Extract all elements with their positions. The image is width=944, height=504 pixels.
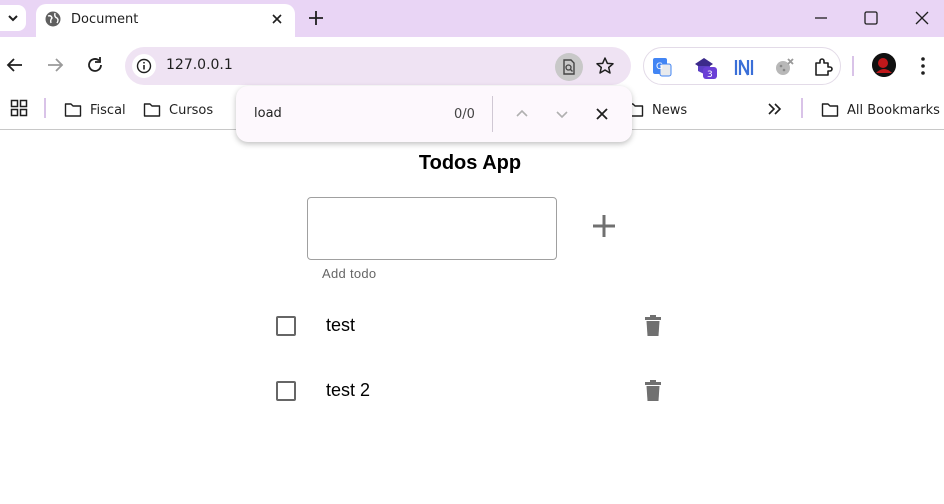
cookie-extension-icon[interactable] bbox=[773, 56, 795, 78]
add-todo-field[interactable] bbox=[307, 197, 557, 260]
close-find-icon[interactable] bbox=[592, 104, 612, 124]
browser-toolbar: 127.0.0.1 G 3 bbox=[0, 37, 944, 93]
folder-icon bbox=[143, 103, 161, 117]
bookmark-folder-fiscal[interactable]: Fiscal bbox=[64, 98, 126, 122]
url-text: 127.0.0.1 bbox=[166, 57, 233, 73]
trash-icon[interactable] bbox=[642, 314, 664, 338]
bookmark-folder-cursos[interactable]: Cursos bbox=[143, 98, 213, 122]
todo-item: test 2 bbox=[268, 373, 668, 413]
todo-text: test bbox=[326, 315, 356, 335]
maximize-icon[interactable] bbox=[861, 8, 881, 28]
bookmark-label: Fiscal bbox=[90, 102, 126, 118]
find-bar: load 0/0 bbox=[236, 86, 632, 142]
bookmark-label: Cursos bbox=[169, 102, 214, 118]
chevron-up-icon[interactable] bbox=[512, 104, 532, 124]
notion-extension-icon[interactable] bbox=[733, 56, 755, 78]
forward-arrow-icon[interactable] bbox=[44, 54, 66, 76]
todo-item: test bbox=[268, 308, 668, 348]
extension-badge-icon[interactable]: 3 bbox=[692, 54, 718, 80]
add-todo-input[interactable] bbox=[308, 198, 556, 259]
find-match-count: 0/0 bbox=[454, 107, 475, 122]
bookmark-divider bbox=[801, 98, 803, 118]
info-icon bbox=[136, 58, 152, 74]
new-tab-icon[interactable] bbox=[306, 8, 326, 28]
minimize-icon[interactable] bbox=[811, 8, 831, 28]
chevron-down-icon bbox=[8, 15, 18, 22]
bookmark-label: News bbox=[652, 102, 688, 118]
find-divider bbox=[492, 96, 493, 132]
find-in-page-button[interactable] bbox=[555, 53, 583, 81]
reload-icon[interactable] bbox=[84, 54, 106, 76]
window-close-icon[interactable] bbox=[912, 8, 932, 28]
trash-icon[interactable] bbox=[642, 379, 664, 403]
tab-search-button[interactable] bbox=[0, 5, 26, 31]
add-todo-icon[interactable] bbox=[588, 210, 620, 242]
back-arrow-icon[interactable] bbox=[4, 54, 26, 76]
puzzle-extensions-icon[interactable] bbox=[812, 56, 834, 78]
extensions-area: G 3 bbox=[643, 47, 841, 85]
find-input[interactable]: load bbox=[254, 106, 282, 121]
translate-extension-icon[interactable]: G bbox=[651, 56, 673, 78]
find-in-page-icon bbox=[563, 59, 575, 75]
browser-tab[interactable]: Document bbox=[36, 4, 295, 37]
chevron-double-right-icon[interactable] bbox=[767, 102, 783, 116]
folder-icon bbox=[64, 103, 82, 117]
toolbar-divider bbox=[852, 56, 854, 76]
todo-text: test 2 bbox=[326, 380, 371, 400]
add-todo-label: Add todo bbox=[322, 266, 377, 281]
svg-text:G: G bbox=[656, 62, 663, 72]
tab-strip: Document bbox=[0, 0, 944, 37]
extension-badge-count: 3 bbox=[707, 70, 713, 80]
profile-avatar[interactable] bbox=[872, 53, 896, 77]
bookmark-divider bbox=[44, 98, 46, 118]
more-menu-icon[interactable] bbox=[915, 55, 931, 77]
page-title: Todos App bbox=[418, 152, 522, 174]
all-bookmarks-label: All Bookmarks bbox=[847, 102, 940, 118]
todo-checkbox[interactable] bbox=[276, 381, 296, 401]
address-bar[interactable]: 127.0.0.1 bbox=[125, 47, 631, 85]
site-info-button[interactable] bbox=[132, 54, 156, 78]
chevron-down-icon[interactable] bbox=[552, 104, 572, 124]
apps-grid-icon[interactable] bbox=[10, 99, 28, 117]
bookmark-star-icon[interactable] bbox=[595, 56, 615, 76]
avatar-icon bbox=[872, 53, 896, 77]
todo-checkbox[interactable] bbox=[276, 316, 296, 336]
folder-icon bbox=[821, 103, 839, 117]
close-icon[interactable] bbox=[269, 11, 285, 27]
tab-title: Document bbox=[71, 12, 139, 27]
globe-icon bbox=[45, 11, 61, 27]
all-bookmarks-button[interactable]: All Bookmarks bbox=[821, 98, 940, 122]
bookmark-folder-news[interactable]: News bbox=[626, 98, 687, 122]
